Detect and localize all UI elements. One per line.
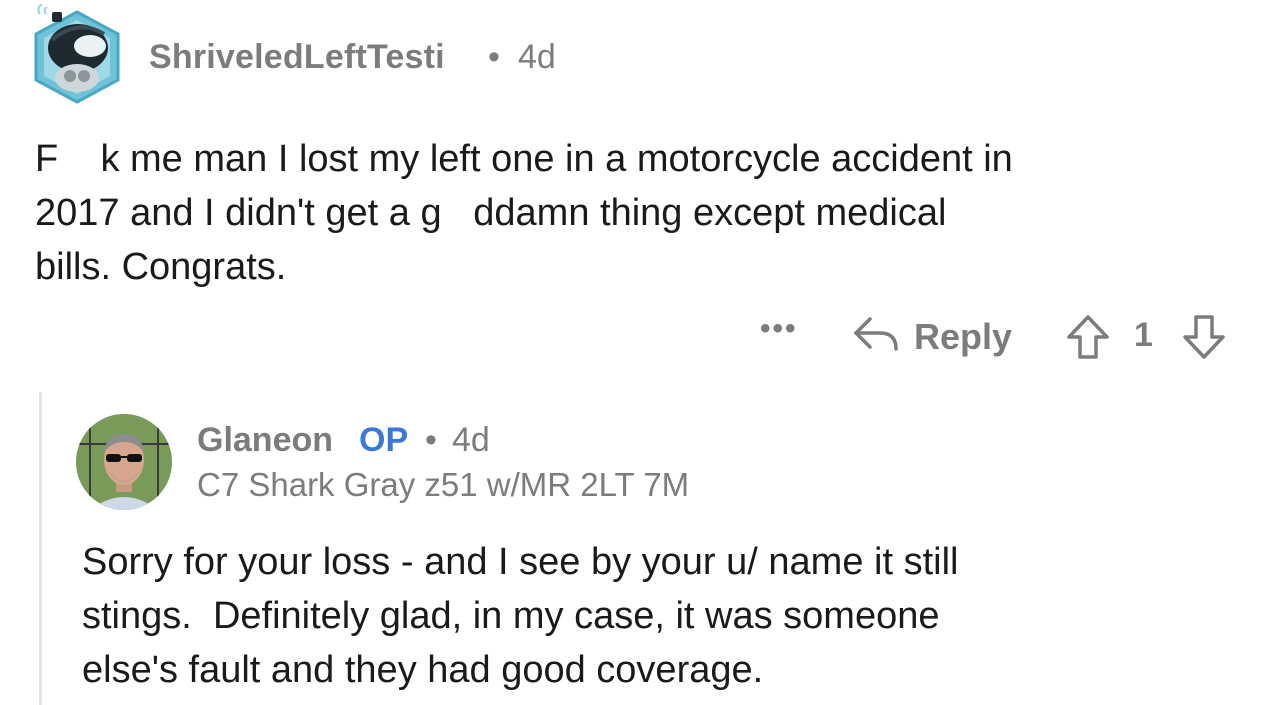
meta-separator: • (488, 38, 500, 76)
vote-count: 1 (1134, 316, 1153, 354)
comment-thread: ShriveledLeftTesti • 4d F k me man I los… (0, 0, 1268, 705)
snoo-avatar-icon[interactable] (30, 3, 124, 106)
downvote-arrow-icon[interactable] (1182, 314, 1226, 360)
reply-body: Sorry for your loss - and I see by your … (82, 541, 959, 691)
reply-age: 4d (452, 421, 490, 459)
comment-age: 4d (518, 38, 556, 76)
thread-line[interactable] (39, 392, 42, 705)
user-flair: C7 Shark Gray z51 w/MR 2LT 7M (197, 466, 690, 503)
comment-body: F k me man I lost my left one in a motor… (35, 138, 1013, 288)
upvote-arrow-icon[interactable] (1066, 314, 1110, 360)
op-badge: OP (359, 421, 409, 459)
meta-separator: • (425, 421, 437, 459)
reply-author[interactable]: Glaneon (197, 421, 333, 460)
more-options-button[interactable]: ••• (760, 312, 798, 346)
comment-author[interactable]: ShriveledLeftTesti (149, 38, 445, 77)
reply-button[interactable]: Reply (914, 316, 1012, 358)
reply-arrow-icon[interactable] (852, 313, 900, 355)
user-photo-avatar[interactable] (76, 414, 172, 510)
